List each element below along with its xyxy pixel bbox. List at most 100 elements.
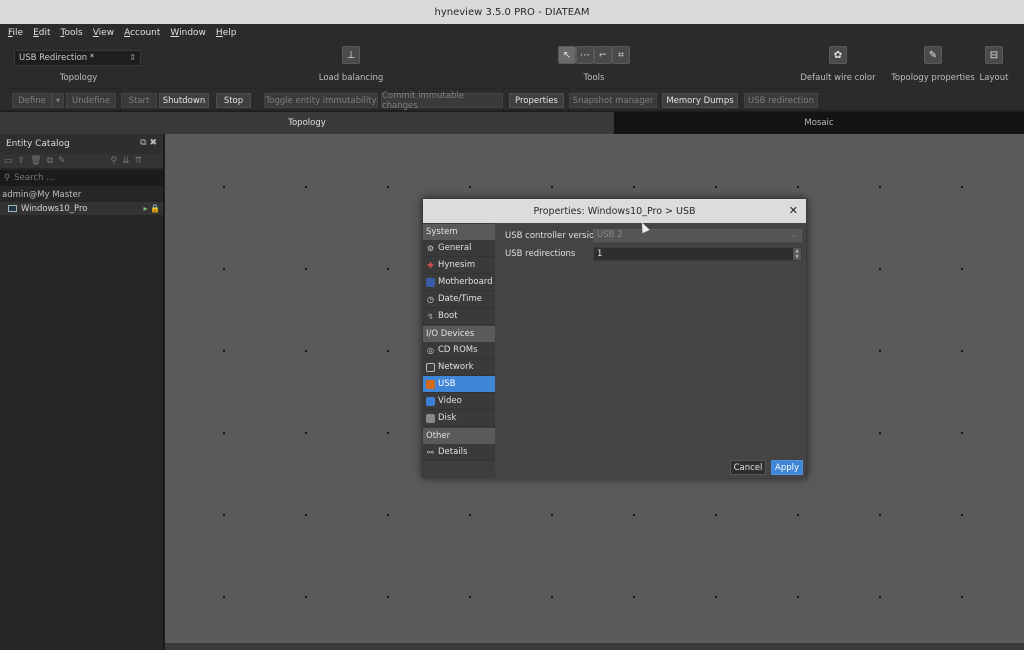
stop-button[interactable]: Stop: [216, 93, 251, 108]
network-icon: [426, 362, 435, 372]
import-icon[interactable]: ⇪: [18, 156, 26, 166]
entity-name: Windows10_Pro: [21, 203, 88, 214]
tab-topology[interactable]: Topology: [0, 112, 614, 134]
menu-account[interactable]: Account: [124, 28, 160, 38]
select-arrows-icon: ⇕: [129, 53, 136, 62]
catalog-node-master[interactable]: admin@My Master: [0, 188, 163, 202]
usb-icon: [426, 379, 435, 389]
catalog-toolbar: ▭ ⇪ 🗑 ⧉ ✎ ⚲ ⇊ ⇈: [0, 154, 163, 168]
nav-item-usb[interactable]: USB: [423, 376, 495, 393]
select-tool-icon[interactable]: ↖: [558, 46, 576, 64]
topology-properties-label: Topology properties: [891, 73, 975, 83]
snapshot-manager-button[interactable]: Snapshot manager: [569, 93, 657, 108]
properties-button[interactable]: Properties: [509, 93, 564, 108]
load-balancing-label: Load balancing: [318, 73, 384, 83]
define-button[interactable]: Define: [12, 93, 52, 108]
nav-item-general[interactable]: ⚙ General: [423, 240, 495, 257]
nav-item-video[interactable]: Video: [423, 393, 495, 410]
topology-properties-group: ✎ Topology properties: [891, 46, 975, 83]
decrement-icon[interactable]: ▼: [795, 254, 799, 260]
delete-icon[interactable]: 🗑: [30, 156, 41, 166]
tools-label: Tools: [583, 73, 605, 83]
collapse-all-icon[interactable]: ⇈: [135, 156, 143, 166]
chevron-down-icon: ▾: [55, 95, 61, 106]
shutdown-button[interactable]: Shutdown: [159, 93, 209, 108]
commit-immutable-button[interactable]: Commit immutable changes: [381, 91, 503, 111]
link-icon[interactable]: ⚲: [110, 156, 117, 166]
apply-button[interactable]: Apply: [771, 460, 803, 475]
nav-item-motherboard[interactable]: Motherboard: [423, 274, 495, 291]
pencil-icon[interactable]: ✎: [924, 46, 942, 64]
nav-item-disk[interactable]: Disk: [423, 410, 495, 427]
menu-window[interactable]: Window: [170, 28, 206, 38]
window-title: hyneview 3.5.0 PRO - DIATEAM: [434, 6, 590, 18]
tab-mosaic[interactable]: Mosaic: [614, 112, 1024, 134]
usb-properties-form: USB controller version USB 2 ⌄ USB redir…: [495, 223, 806, 478]
new-folder-icon[interactable]: ▭: [4, 156, 13, 166]
menu-tools[interactable]: Tools: [61, 28, 83, 38]
entity-catalog-panel: Entity Catalog ⧉ ✖ ▭ ⇪ 🗑 ⧉ ✎ ⚲ ⇊ ⇈ ⚲ Sea…: [0, 134, 164, 650]
tool-group-icon[interactable]: ⌐: [594, 46, 612, 64]
hynesim-icon: ✚: [427, 260, 434, 270]
memory-dumps-button[interactable]: Memory Dumps: [662, 93, 738, 108]
load-balancing-group: ⊥ Load balancing: [319, 46, 383, 83]
start-button[interactable]: Start: [121, 93, 157, 108]
nav-item-cdroms[interactable]: ◎ CD ROMs: [423, 342, 495, 359]
toggle-immutability-button[interactable]: Toggle entity immutability: [264, 93, 378, 108]
define-dropdown-button[interactable]: ▾: [52, 93, 64, 108]
details-icon: ⚯: [427, 447, 434, 457]
monitor-icon: [8, 205, 17, 212]
cancel-button[interactable]: Cancel: [730, 460, 766, 475]
search-icon: ⚲: [4, 173, 11, 183]
undock-icon[interactable]: ⧉: [140, 138, 146, 148]
catalog-header: Entity Catalog ⧉ ✖: [0, 134, 163, 154]
edit-icon[interactable]: ✎: [58, 156, 66, 166]
menu-view[interactable]: View: [93, 28, 114, 38]
clock-icon: ◷: [427, 294, 434, 304]
nav-item-datetime[interactable]: ◷ Date/Time: [423, 291, 495, 308]
properties-nav: System ⚙ General ✚ Hynesim Motherboard ◷…: [423, 223, 495, 478]
palette-icon[interactable]: ✿: [829, 46, 847, 64]
layout-icon[interactable]: ⊟: [985, 46, 1003, 64]
nav-item-boot[interactable]: ↯ Boot: [423, 308, 495, 325]
nav-item-details[interactable]: ⚯ Details: [423, 444, 495, 461]
usb-controller-label: USB controller version: [505, 231, 600, 241]
disc-icon: ◎: [427, 345, 434, 355]
usb-redirection-button[interactable]: USB redirection: [744, 93, 818, 108]
usb-redirections-label: USB redirections: [505, 249, 576, 259]
usb-redirections-spinbox[interactable]: 1 ▲ ▼: [593, 247, 802, 261]
copy-icon[interactable]: ⧉: [47, 156, 53, 166]
menu-file[interactable]: File: [8, 28, 23, 38]
catalog-search[interactable]: ⚲ Search ...: [0, 170, 163, 186]
menu-edit[interactable]: Edit: [33, 28, 50, 38]
display-icon: [426, 396, 435, 406]
nav-section-other: Other: [423, 428, 495, 444]
undefine-button[interactable]: Undefine: [66, 93, 116, 108]
search-input[interactable]: Search ...: [14, 173, 54, 183]
nav-section-system: System: [423, 224, 495, 240]
close-icon[interactable]: ✖: [149, 138, 157, 148]
expand-all-icon[interactable]: ⇊: [122, 156, 130, 166]
catalog-entity-row[interactable]: Windows10_Pro ▸ 🔒: [0, 202, 163, 215]
dialog-title: Properties: Windows10_Pro > USB: [533, 205, 696, 217]
catalog-title: Entity Catalog: [6, 139, 70, 149]
layout-label: Layout: [979, 73, 1009, 83]
wire-color-label: Default wire color: [800, 73, 876, 83]
tool-link-icon[interactable]: ⋯: [576, 46, 594, 64]
disk-icon: [426, 413, 435, 423]
nav-item-hynesim[interactable]: ✚ Hynesim: [423, 257, 495, 274]
tool-area-icon[interactable]: ⌗: [612, 46, 630, 64]
canvas-scrollbar[interactable]: [165, 643, 1024, 650]
wire-color-group: ✿ Default wire color: [800, 46, 876, 83]
chevron-down-icon: ⌄: [791, 231, 797, 239]
usb-controller-select[interactable]: USB 2 ⌄: [593, 229, 802, 242]
motherboard-icon: [426, 277, 435, 287]
lock-icon: 🔒: [150, 204, 160, 213]
running-icon: ▸: [143, 204, 148, 213]
topology-select[interactable]: USB Redirection * ⇕: [14, 50, 141, 66]
nav-item-network[interactable]: Network: [423, 359, 495, 376]
menu-help[interactable]: Help: [216, 28, 237, 38]
topology-label: Topology: [59, 73, 98, 83]
load-balancing-icon[interactable]: ⊥: [342, 46, 360, 64]
close-icon[interactable]: ✕: [789, 204, 798, 217]
